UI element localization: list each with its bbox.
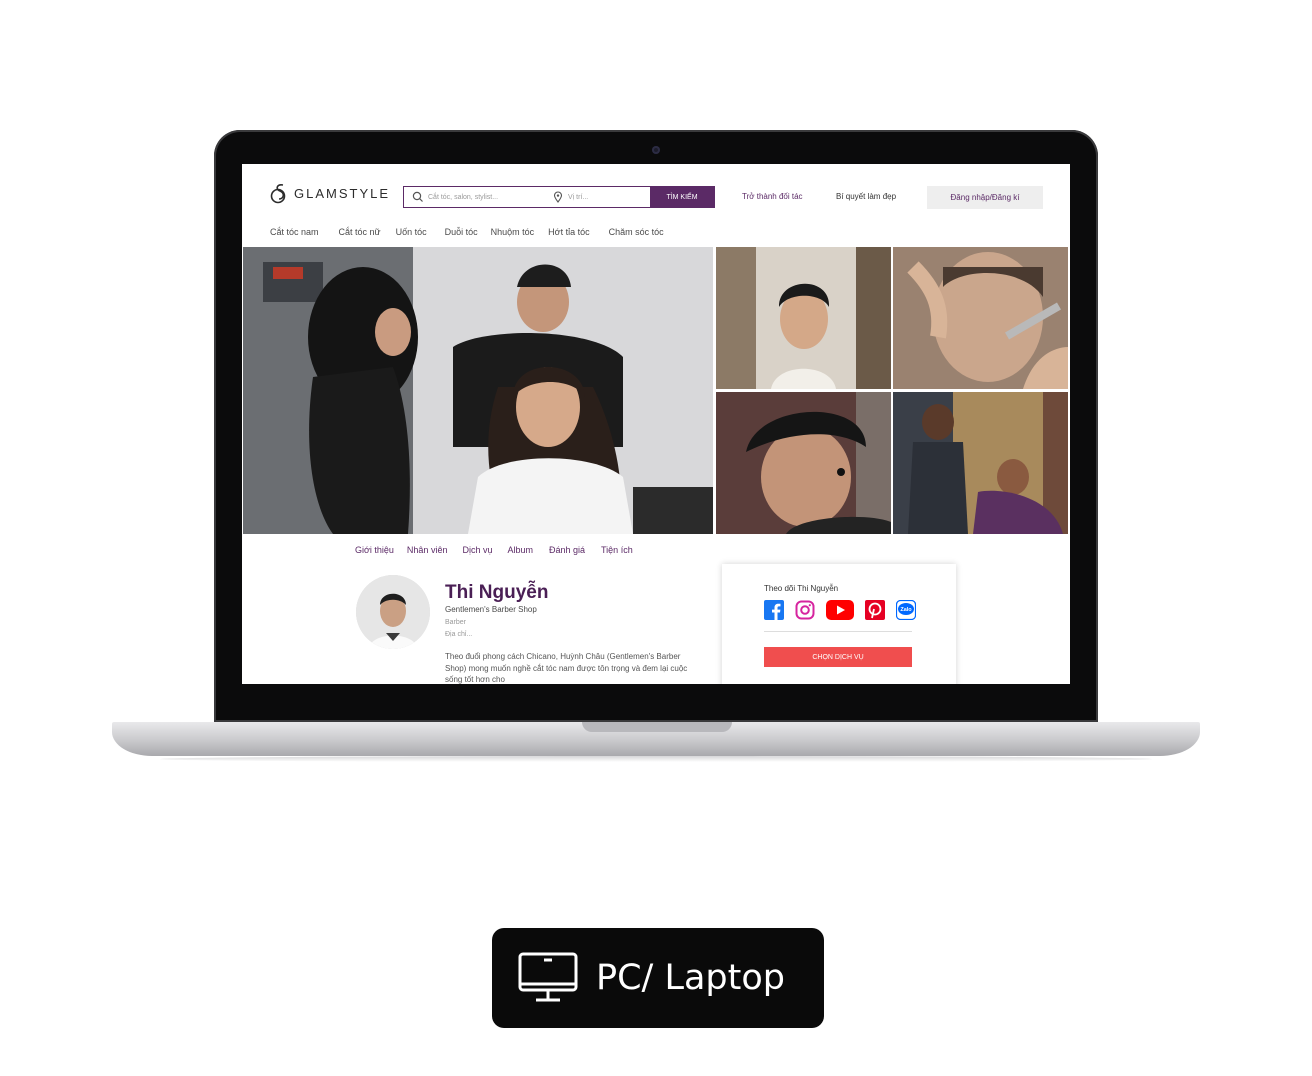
profile-shop[interactable]: Gentlemen's Barber Shop bbox=[445, 605, 537, 614]
location-pin-icon bbox=[553, 191, 563, 203]
login-button[interactable]: Đăng nhập/Đăng kí bbox=[927, 186, 1043, 209]
search-icon bbox=[412, 191, 423, 202]
camera-icon bbox=[652, 146, 660, 154]
beauty-tips-link[interactable]: Bí quyết làm đẹp bbox=[836, 192, 896, 201]
profile-address: Địa chỉ... bbox=[445, 631, 473, 638]
laptop-shadow bbox=[160, 756, 1152, 762]
search-input[interactable]: Cắt tóc, salon, stylist... bbox=[404, 191, 544, 203]
zalo-icon[interactable]: Zalo bbox=[896, 600, 916, 620]
partner-link[interactable]: Trở thành đối tác bbox=[742, 192, 803, 201]
search-bar: Cắt tóc, salon, stylist... Vị trí... TÌM… bbox=[403, 186, 715, 208]
choose-service-button[interactable]: CHỌN DỊCH VỤ bbox=[764, 647, 912, 667]
location-input[interactable]: Vị trí... bbox=[544, 191, 634, 203]
search-placeholder: Cắt tóc, salon, stylist... bbox=[428, 193, 499, 201]
hero-photo bbox=[243, 247, 713, 534]
gallery-thumb-3[interactable] bbox=[716, 392, 891, 534]
profile-tabs: Giới thiệu Nhân viên Dịch vụ Album Đánh … bbox=[355, 545, 633, 555]
laptop-notch bbox=[582, 722, 732, 732]
tab-amenities[interactable]: Tiện ích bbox=[601, 545, 633, 555]
thumb-photo-1 bbox=[716, 247, 891, 389]
location-placeholder: Vị trí... bbox=[568, 193, 589, 201]
card-divider bbox=[764, 631, 912, 632]
monitor-icon bbox=[518, 952, 578, 1002]
pinterest-icon[interactable] bbox=[865, 600, 885, 620]
tab-reviews[interactable]: Đánh giá bbox=[549, 545, 585, 555]
youtube-icon[interactable] bbox=[826, 600, 854, 620]
device-label: PC/ Laptop bbox=[596, 958, 785, 998]
profile-bio: Theo đuổi phong cách Chicano, Huỳnh Châu… bbox=[445, 652, 688, 684]
logo[interactable]: GLAMSTYLE bbox=[270, 181, 390, 205]
search-button[interactable]: TÌM KIẾM bbox=[650, 187, 714, 207]
follow-card: Theo dõi Thi Nguyễn Zalo CHỌN DỊCH VỤ bbox=[722, 564, 956, 684]
site-header: GLAMSTYLE Cắt tóc, salon, stylist... Vị … bbox=[242, 164, 1070, 228]
device-badge: PC/ Laptop bbox=[492, 928, 824, 1028]
tab-services[interactable]: Dịch vụ bbox=[462, 545, 492, 555]
instagram-icon[interactable] bbox=[795, 600, 815, 620]
tab-intro[interactable]: Giới thiệu bbox=[355, 545, 394, 555]
nav-item-trim[interactable]: Hớt tỉa tóc bbox=[548, 227, 589, 237]
avatar bbox=[356, 575, 430, 649]
nav-item-perm[interactable]: Uốn tóc bbox=[396, 227, 427, 237]
tab-staff[interactable]: Nhân viên bbox=[407, 545, 448, 555]
profile-name: Thi Nguyễn bbox=[445, 582, 549, 603]
follow-label: Theo dõi Thi Nguyễn bbox=[764, 584, 839, 593]
logo-text: GLAMSTYLE bbox=[294, 185, 391, 201]
gallery-thumb-1[interactable] bbox=[716, 247, 891, 389]
hero-image[interactable] bbox=[243, 247, 713, 534]
thumb-photo-3 bbox=[716, 392, 891, 534]
avatar-photo bbox=[356, 575, 430, 649]
laptop-screen: GLAMSTYLE Cắt tóc, salon, stylist... Vị … bbox=[242, 164, 1070, 684]
thumb-photo-4 bbox=[893, 392, 1068, 534]
nav-item-straighten[interactable]: Duỗi tóc bbox=[445, 227, 478, 237]
zalo-label: Zalo bbox=[900, 607, 912, 613]
logo-mark-icon bbox=[270, 184, 286, 204]
gallery-thumb-4[interactable] bbox=[893, 392, 1068, 534]
gallery-thumb-2[interactable] bbox=[893, 247, 1068, 389]
nav-item-men-haircut[interactable]: Cắt tóc nam bbox=[270, 227, 319, 237]
nav-item-dye[interactable]: Nhuộm tóc bbox=[491, 227, 535, 237]
thumb-photo-2 bbox=[893, 247, 1068, 389]
social-links: Zalo bbox=[764, 600, 916, 620]
nav-item-women-haircut[interactable]: Cắt tóc nữ bbox=[339, 227, 381, 237]
category-nav: Cắt tóc nam Cắt tóc nữ Uốn tóc Duỗi tóc … bbox=[270, 227, 664, 237]
facebook-icon[interactable] bbox=[764, 600, 784, 620]
profile-role: Barber bbox=[445, 619, 467, 626]
tab-album[interactable]: Album bbox=[507, 545, 533, 555]
nav-item-hair-care[interactable]: Chăm sóc tóc bbox=[609, 227, 664, 237]
